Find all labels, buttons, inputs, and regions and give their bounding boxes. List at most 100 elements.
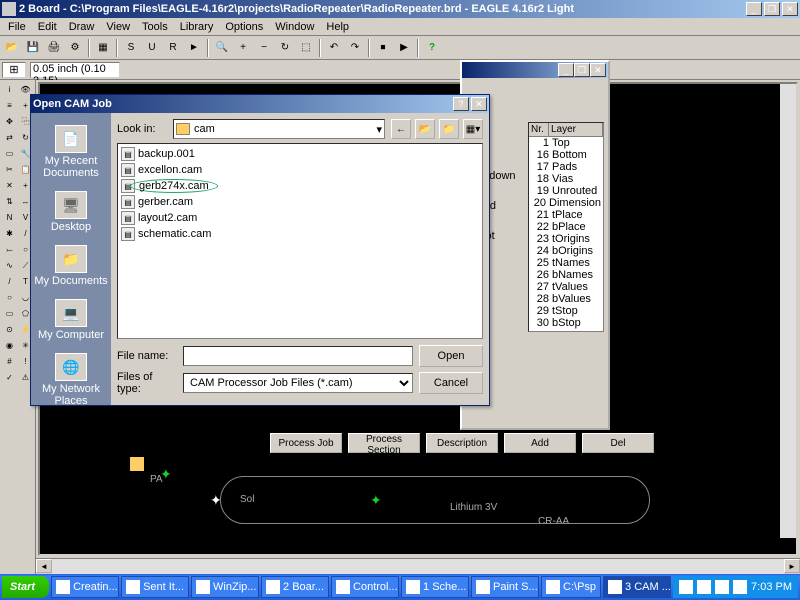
layer-row[interactable]: 26bNames (529, 269, 603, 281)
dialog-close-button[interactable]: ✕ (471, 97, 487, 111)
layer-row[interactable]: 29tStop (529, 305, 603, 317)
file-item[interactable]: ▤excellon.cam (120, 162, 480, 178)
taskbar-item[interactable]: Paint S... (471, 576, 539, 598)
menu-tools[interactable]: Tools (136, 19, 174, 35)
filetype-select[interactable]: CAM Processor Job Files (*.cam) (183, 373, 413, 393)
file-list[interactable]: ▤backup.001▤excellon.cam▤gerb274x.cam▤ge… (117, 143, 483, 339)
cut-tool-icon[interactable]: ✂ (2, 162, 17, 177)
layer-col-nr[interactable]: Nr. (529, 123, 549, 136)
menu-file[interactable]: File (2, 19, 32, 35)
taskbar-item[interactable]: 3 CAM ... (603, 576, 671, 598)
smash-tool-icon[interactable]: ✱ (2, 226, 17, 241)
layer-row[interactable]: 19Unrouted (529, 185, 603, 197)
coord-input[interactable]: 0.05 inch (0.10 2.15) (30, 62, 120, 78)
viewmenu-icon[interactable]: ▦▾ (463, 119, 483, 139)
scroll-left-icon[interactable]: ◄ (36, 559, 52, 573)
maximize-button[interactable]: ❐ (764, 2, 780, 16)
file-item[interactable]: ▤gerb274x.cam (120, 178, 480, 194)
add-button[interactable]: Add (504, 433, 576, 453)
taskbar-item[interactable]: C:\Psp (541, 576, 601, 598)
pinswap-tool-icon[interactable]: ⇅ (2, 194, 17, 209)
file-item[interactable]: ▤layout2.cam (120, 210, 480, 226)
taskbar-item[interactable]: Sent It... (121, 576, 189, 598)
clock[interactable]: 7:03 PM (751, 581, 792, 593)
circle-tool-icon[interactable]: ○ (2, 290, 17, 305)
delete-tool-icon[interactable]: ✕ (2, 178, 17, 193)
layer-row[interactable]: 23tOrigins (529, 233, 603, 245)
layer-row[interactable]: 18Vias (529, 173, 603, 185)
via-tool-icon[interactable]: ⊙ (2, 322, 17, 337)
zoom-select-icon[interactable]: ⬚ (296, 38, 316, 58)
open-button[interactable]: Open (419, 345, 483, 367)
layer-row[interactable]: 27tValues (529, 281, 603, 293)
scroll-right-icon[interactable]: ► (784, 559, 800, 573)
layer-row[interactable]: 22bPlace (529, 221, 603, 233)
cam-maximize-button[interactable]: ❐ (574, 63, 590, 77)
go-icon[interactable]: ▶ (394, 38, 414, 58)
zoom-fit-icon[interactable]: 🔍 (212, 38, 232, 58)
wire-tool-icon[interactable]: / (2, 274, 17, 289)
taskbar-item[interactable]: 1 Sche... (401, 576, 469, 598)
system-tray[interactable]: 7:03 PM (673, 576, 798, 598)
sch-icon[interactable]: S (121, 38, 141, 58)
layer-row[interactable]: 21tPlace (529, 209, 603, 221)
group-tool-icon[interactable]: ▭ (2, 146, 17, 161)
newfolder-icon[interactable]: 📁 (439, 119, 459, 139)
menu-options[interactable]: Options (219, 19, 269, 35)
scr-icon[interactable]: R (163, 38, 183, 58)
layer-row[interactable]: 16Bottom (529, 149, 603, 161)
taskbar-item[interactable]: WinZip... (191, 576, 259, 598)
help-icon[interactable]: ? (422, 38, 442, 58)
tray-icon-3[interactable] (715, 580, 729, 594)
place-mycomputer[interactable]: 💻My Computer (36, 295, 106, 345)
menu-edit[interactable]: Edit (32, 19, 63, 35)
drc-tool-icon[interactable]: ✓ (2, 370, 17, 385)
tray-icon-1[interactable] (679, 580, 693, 594)
tray-icon-4[interactable] (733, 580, 747, 594)
open-icon[interactable]: 📂 (2, 38, 22, 58)
layer-row[interactable]: 25tNames (529, 257, 603, 269)
layer-col-name[interactable]: Layer (549, 123, 603, 136)
process-job-button[interactable]: Process Job (270, 433, 342, 453)
horizontal-scrollbar[interactable]: ◄ ► (36, 558, 800, 574)
layer-row[interactable]: 1Top (529, 137, 603, 149)
auto-tool-icon[interactable]: # (2, 354, 17, 369)
run-icon[interactable]: ► (184, 38, 204, 58)
board-icon[interactable]: ▦ (93, 38, 113, 58)
split-tool-icon[interactable]: ⤚ (2, 242, 17, 257)
cam-minimize-button[interactable]: _ (558, 63, 574, 77)
move-tool-icon[interactable]: ✥ (2, 114, 17, 129)
filename-input[interactable] (183, 346, 413, 366)
dialog-help-button[interactable]: ? (453, 97, 469, 111)
layer-row[interactable]: 17Pads (529, 161, 603, 173)
rect-tool-icon[interactable]: ▭ (2, 306, 17, 321)
info-tool-icon[interactable]: i (2, 82, 17, 97)
place-network[interactable]: 🌐My Network Places (31, 349, 111, 411)
taskbar-item[interactable]: 2 Boar... (261, 576, 329, 598)
file-item[interactable]: ▤gerber.cam (120, 194, 480, 210)
start-button[interactable]: Start (2, 576, 49, 598)
mirror-tool-icon[interactable]: ⇄ (2, 130, 17, 145)
del-button[interactable]: Del (582, 433, 654, 453)
menu-help[interactable]: Help (320, 19, 355, 35)
process-section-button[interactable]: Process Section (348, 433, 420, 453)
menu-library[interactable]: Library (174, 19, 220, 35)
back-icon[interactable]: ← (391, 119, 411, 139)
place-recent[interactable]: 📄My Recent Documents (31, 121, 111, 183)
taskbar-item[interactable]: Control... (331, 576, 399, 598)
description-button[interactable]: Description (426, 433, 498, 453)
layer-row[interactable]: 24bOrigins (529, 245, 603, 257)
use-icon[interactable]: U (142, 38, 162, 58)
file-item[interactable]: ▤backup.001 (120, 146, 480, 162)
close-button[interactable]: ✕ (782, 2, 798, 16)
cam-icon[interactable]: ⚙ (65, 38, 85, 58)
place-mydocs[interactable]: 📁My Documents (32, 241, 109, 291)
layer-row[interactable]: 30bStop (529, 317, 603, 329)
cam-close-button[interactable]: ✕ (590, 63, 606, 77)
taskbar-item[interactable]: Creatin... (51, 576, 119, 598)
layer-table[interactable]: Nr. Layer 1Top16Bottom17Pads18Vias19Unro… (528, 122, 604, 332)
undo-icon[interactable]: ↶ (324, 38, 344, 58)
tray-icon-2[interactable] (697, 580, 711, 594)
redo-icon[interactable]: ↷ (345, 38, 365, 58)
menu-window[interactable]: Window (269, 19, 320, 35)
